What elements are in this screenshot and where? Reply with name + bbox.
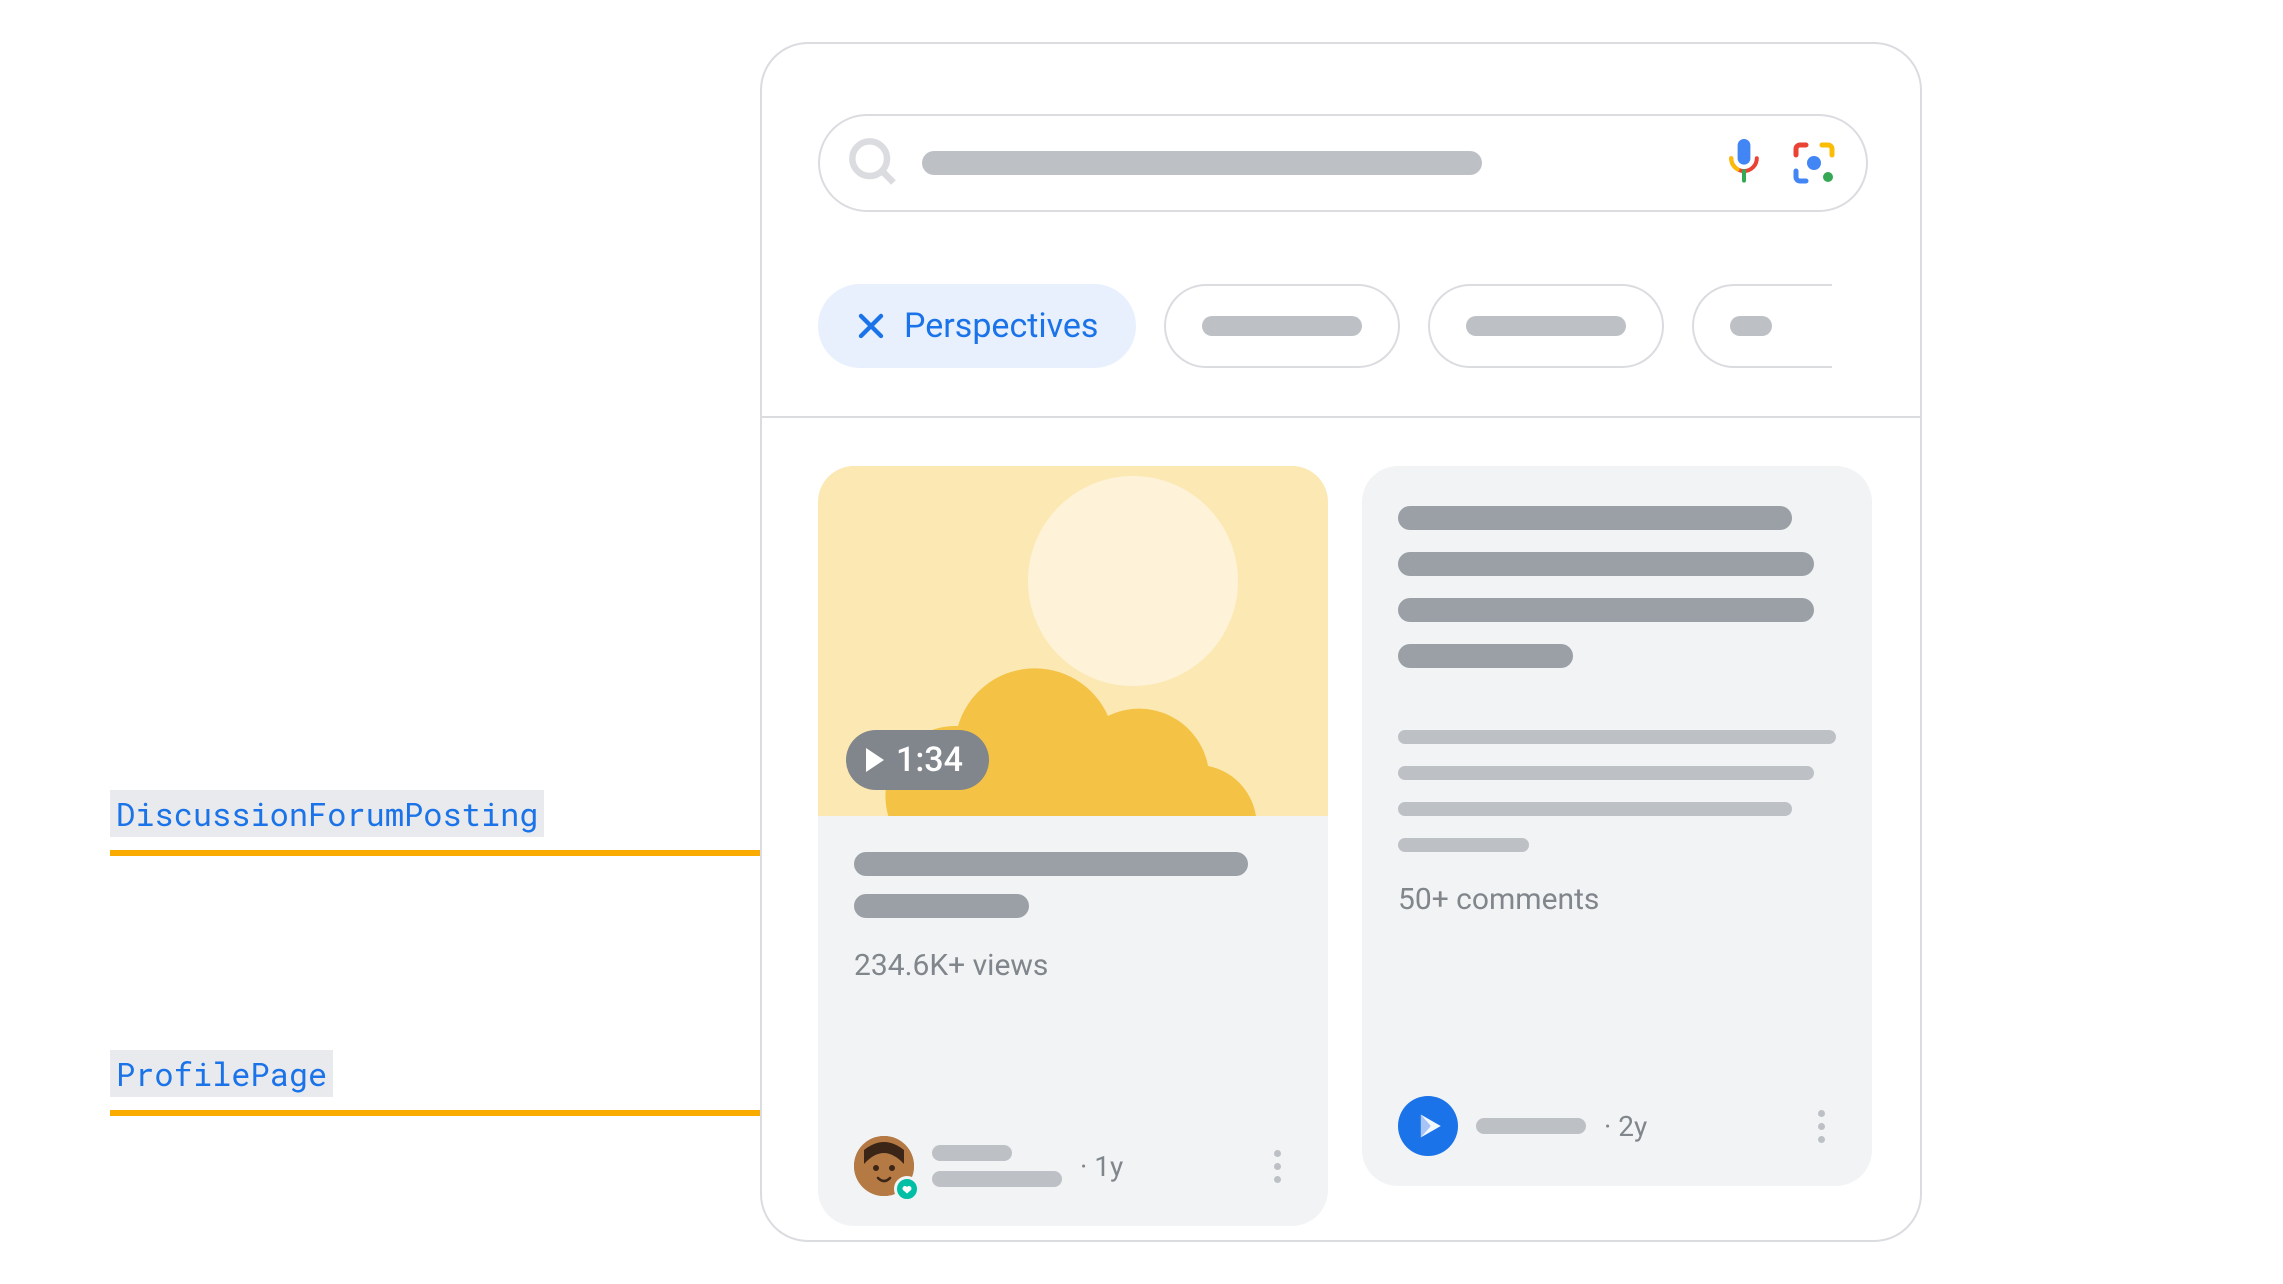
- annotation-discussion: DiscussionForumPosting: [110, 790, 544, 837]
- annotation-profile-label: ProfilePage: [110, 1050, 333, 1097]
- author-name-placeholder: [932, 1171, 1062, 1187]
- mic-icon[interactable]: [1720, 139, 1768, 187]
- video-views: 234.6K+ views: [818, 918, 1328, 983]
- more-options-icon[interactable]: [1262, 1150, 1292, 1183]
- device-frame: Perspectives: [760, 42, 1922, 1242]
- results-cards: 1:34 234.6K+ views: [818, 466, 1872, 1226]
- video-thumbnail: 1:34: [818, 466, 1328, 816]
- author-name-placeholder: [932, 1145, 1012, 1161]
- lens-icon[interactable]: [1790, 139, 1838, 187]
- more-options-icon[interactable]: [1806, 1110, 1836, 1143]
- author-avatar[interactable]: [854, 1136, 914, 1196]
- body-line-placeholder: [1398, 838, 1529, 852]
- text-line-placeholder: [1398, 506, 1792, 530]
- chip-placeholder-1[interactable]: [1164, 284, 1400, 368]
- filter-chips-row: Perspectives: [818, 284, 1832, 368]
- chip-placeholder-text: [1466, 316, 1626, 336]
- chip-placeholder-2[interactable]: [1428, 284, 1664, 368]
- text-line-placeholder: [1398, 644, 1573, 668]
- video-footer: · 1y: [818, 1136, 1328, 1226]
- close-icon[interactable]: [856, 311, 886, 341]
- title-line-placeholder: [854, 894, 1029, 918]
- chip-perspectives-label: Perspectives: [904, 306, 1098, 346]
- source-avatar[interactable]: [1398, 1096, 1458, 1156]
- body-line-placeholder: [1398, 766, 1814, 780]
- source-name-lines: [1476, 1118, 1586, 1134]
- body-line-placeholder: [1398, 730, 1836, 744]
- verified-badge-icon: [894, 1176, 920, 1202]
- chip-placeholder-text: [1730, 316, 1772, 336]
- video-duration-text: 1:34: [896, 740, 963, 780]
- search-bar[interactable]: [818, 114, 1868, 212]
- chip-perspectives[interactable]: Perspectives: [818, 284, 1136, 368]
- annotation-profile: ProfilePage: [110, 1050, 333, 1097]
- search-query-placeholder: [922, 151, 1482, 175]
- chip-placeholder-text: [1202, 316, 1362, 336]
- play-icon: [866, 748, 884, 772]
- text-line-placeholder: [1398, 598, 1814, 622]
- post-footer: · 2y: [1362, 1096, 1872, 1186]
- video-age: · 1y: [1080, 1150, 1123, 1183]
- post-comments: 50+ comments: [1398, 852, 1836, 917]
- section-divider: [762, 416, 1920, 418]
- result-card-post[interactable]: 50+ comments · 2y: [1362, 466, 1872, 1186]
- annotation-profile-line: [110, 1110, 860, 1116]
- chip-placeholder-3[interactable]: [1692, 284, 1832, 368]
- text-line-placeholder: [1398, 552, 1814, 576]
- result-card-video[interactable]: 1:34 234.6K+ views: [818, 466, 1328, 1226]
- post-text-lines: [1398, 506, 1836, 852]
- annotation-discussion-label: DiscussionForumPosting: [110, 790, 544, 837]
- video-duration-badge: 1:34: [846, 730, 989, 790]
- title-line-placeholder: [854, 852, 1248, 876]
- source-name-placeholder: [1476, 1118, 1586, 1134]
- search-icon: [848, 137, 900, 189]
- author-name-lines: [932, 1145, 1062, 1187]
- body-line-placeholder: [1398, 802, 1792, 816]
- video-title-lines: [818, 816, 1328, 918]
- post-age: · 2y: [1604, 1110, 1647, 1143]
